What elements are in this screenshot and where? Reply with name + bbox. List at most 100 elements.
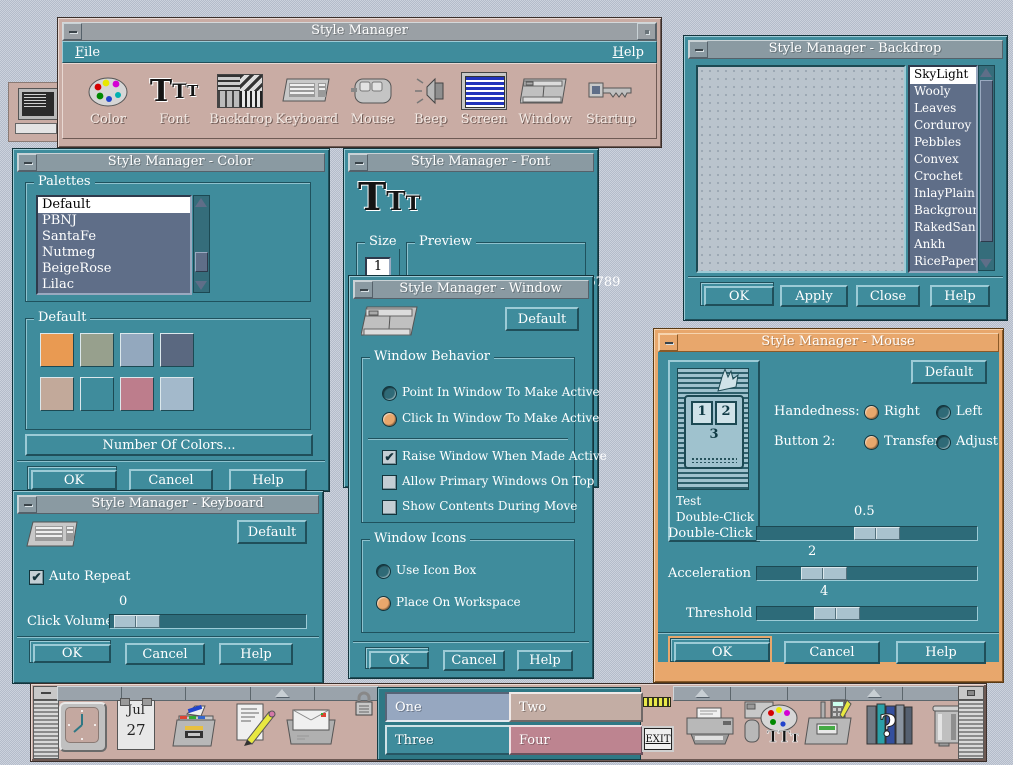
click-radio[interactable] <box>382 412 397 427</box>
printer-control[interactable] <box>683 706 737 746</box>
panel-right-handle[interactable] <box>958 700 984 759</box>
palette-item[interactable]: Lilac <box>38 277 190 293</box>
default-button[interactable]: Default <box>237 520 307 544</box>
window-menu-button[interactable] <box>689 41 708 58</box>
subpanel-tab[interactable] <box>186 687 250 700</box>
palette-list[interactable]: Default PBNJ SantaFe Nutmeg BeigeRose Li… <box>36 195 192 295</box>
keyboard-titlebar[interactable]: Style Manager - Keyboard <box>17 495 319 514</box>
subpanel-arrow-icon[interactable] <box>275 689 289 697</box>
mouse-titlebar[interactable]: Style Manager - Mouse <box>658 333 999 352</box>
default-button[interactable]: Default <box>911 360 987 384</box>
scrollbar-thumb[interactable] <box>980 80 993 242</box>
color-swatch[interactable] <box>40 333 74 367</box>
subpanel-tab[interactable] <box>903 687 959 700</box>
palette-item[interactable]: SantaFe <box>38 229 190 245</box>
mail-control[interactable] <box>283 706 339 746</box>
double-click-slider[interactable] <box>756 526 978 541</box>
help-button[interactable]: Help <box>219 643 293 665</box>
sm-icon-keyboard[interactable]: Keyboard <box>275 70 337 136</box>
subpanel-tab[interactable] <box>674 687 731 700</box>
sm-icon-font[interactable]: TTT Font <box>143 70 205 136</box>
sm-icon-color[interactable]: Color <box>77 70 139 136</box>
subpanel-tab[interactable] <box>122 687 186 700</box>
workspace-one-button[interactable]: One <box>385 692 515 722</box>
window-size-button[interactable] <box>637 23 656 40</box>
list-item[interactable]: Leaves <box>910 101 976 118</box>
clock-control[interactable] <box>59 702 107 752</box>
cancel-button[interactable]: Cancel <box>129 469 213 491</box>
default-button[interactable]: Default <box>505 307 579 331</box>
palette-item[interactable]: Default <box>38 197 190 213</box>
list-item[interactable]: Corduroy <box>910 118 976 135</box>
scroll-up-icon[interactable] <box>980 68 992 77</box>
close-button[interactable]: Close <box>856 285 920 307</box>
ok-button[interactable]: OK <box>674 642 770 662</box>
apply-button[interactable]: Apply <box>780 285 848 307</box>
scroll-down-icon[interactable] <box>195 281 207 290</box>
color-swatch[interactable] <box>120 333 154 367</box>
help-button[interactable]: Help <box>896 641 986 664</box>
cancel-button[interactable]: Cancel <box>125 643 205 665</box>
list-item[interactable]: Convex <box>910 152 976 169</box>
window-dialog-titlebar[interactable]: Style Manager - Window <box>353 280 589 299</box>
style-manager-titlebar[interactable]: Style Manager <box>62 22 657 41</box>
color-swatch[interactable] <box>80 377 114 411</box>
subpanel-tab[interactable] <box>58 687 122 700</box>
allow-checkbox[interactable] <box>382 475 397 490</box>
exit-button[interactable]: EXIT <box>644 728 672 750</box>
list-item[interactable]: Pebbles <box>910 135 976 152</box>
handedness-left-radio[interactable] <box>936 405 951 420</box>
style-manager-control[interactable]: TTт <box>743 700 799 748</box>
ok-button[interactable]: OK <box>33 644 111 663</box>
slider-thumb[interactable] <box>854 527 900 540</box>
panel-left-handle[interactable] <box>33 700 59 759</box>
test-double-click-button[interactable]: 1 2 3 Test Double-Click <box>668 360 760 542</box>
sm-icon-mouse[interactable]: Mouse <box>342 70 404 136</box>
handedness-right-radio[interactable] <box>864 405 879 420</box>
backdrop-titlebar[interactable]: Style Manager - Backdrop <box>688 40 1003 59</box>
text-editor-control[interactable] <box>229 700 277 748</box>
list-item[interactable]: RakedSand <box>910 220 976 237</box>
application-manager-control[interactable] <box>803 698 855 748</box>
ok-button[interactable]: OK <box>31 470 117 490</box>
acceleration-slider[interactable] <box>756 566 978 581</box>
place-workspace-radio[interactable] <box>376 596 391 611</box>
list-item[interactable]: RicePaper <box>910 254 976 271</box>
palette-item[interactable]: Nutmeg <box>38 245 190 261</box>
scroll-down-icon[interactable] <box>980 259 992 268</box>
size-item[interactable]: 1 <box>367 259 389 275</box>
scrollbar-thumb[interactable] <box>195 252 208 272</box>
click-volume-slider[interactable] <box>109 614 307 629</box>
help-control[interactable]: ? <box>863 700 915 748</box>
list-item[interactable]: Crochet <box>910 169 976 186</box>
icon-box-radio[interactable] <box>376 564 391 579</box>
window-menu-button[interactable] <box>18 154 37 171</box>
list-item[interactable]: SkyLight <box>910 67 976 84</box>
palette-item[interactable]: PBNJ <box>38 213 190 229</box>
list-item[interactable]: Ankh <box>910 237 976 254</box>
help-button[interactable]: Help <box>517 650 573 671</box>
list-item[interactable]: InlayPlain <box>910 186 976 203</box>
number-of-colors-button[interactable]: Number Of Colors... <box>25 434 313 456</box>
slider-thumb[interactable] <box>801 567 847 580</box>
panel-right-minimize[interactable] <box>958 686 984 700</box>
window-menu-button[interactable] <box>63 23 82 40</box>
color-titlebar[interactable]: Style Manager - Color <box>17 153 325 172</box>
terminal-desktop-icon[interactable] <box>8 82 62 142</box>
panel-left-minimize[interactable] <box>33 686 59 700</box>
subpanel-arrow-icon[interactable] <box>867 689 881 697</box>
cancel-button[interactable]: Cancel <box>784 641 880 664</box>
button2-adjust-radio[interactable] <box>936 435 951 450</box>
cancel-button[interactable]: Cancel <box>443 650 505 671</box>
help-button[interactable]: Help <box>229 469 307 491</box>
point-radio[interactable] <box>382 386 397 401</box>
workspace-four-button[interactable]: Four <box>509 725 643 755</box>
window-menu-button[interactable] <box>659 334 678 351</box>
color-swatch[interactable] <box>40 377 74 411</box>
workspace-two-button[interactable]: Two <box>509 692 643 722</box>
subpanel-tab[interactable] <box>251 687 315 700</box>
scroll-up-icon[interactable] <box>195 198 207 207</box>
palette-scrollbar[interactable] <box>193 195 210 293</box>
show-contents-checkbox[interactable] <box>382 500 397 515</box>
slider-thumb[interactable] <box>114 615 160 628</box>
